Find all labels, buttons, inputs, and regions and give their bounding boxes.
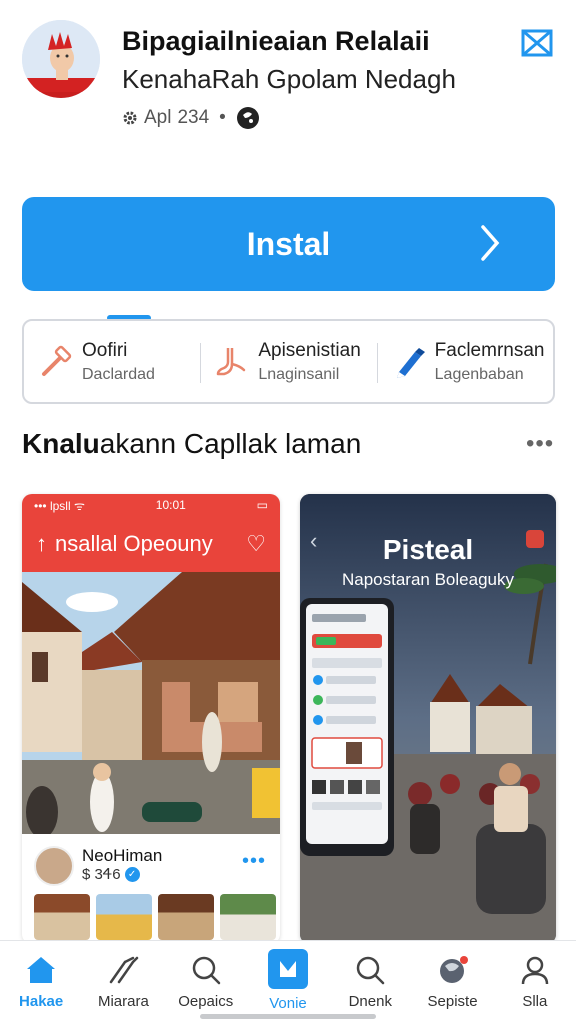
- battery-icon: ▭: [256, 498, 268, 512]
- chevron-right-icon: [481, 225, 500, 261]
- profile-name: NeoHiman: [82, 846, 163, 865]
- info-item-3-subtitle: Lagenbaban: [434, 365, 524, 383]
- thumbnail[interactable]: [220, 894, 276, 940]
- nav-item-downloads[interactable]: Vonie: [247, 941, 329, 1024]
- profile-price: $ 3Ꮞ6 ✓: [82, 866, 140, 883]
- screenshot-banner: ↑ nsallal Opeouny ♡: [22, 516, 280, 572]
- heart-icon: ♡: [246, 531, 266, 556]
- thumbnail[interactable]: [34, 894, 90, 940]
- hammer-icon: [42, 345, 72, 376]
- share-icon[interactable]: [520, 26, 554, 60]
- nav-label-explore: Sepiste: [427, 993, 478, 1010]
- person-icon: [518, 953, 552, 987]
- arrow-up-icon: ↑: [36, 531, 47, 556]
- screenshot-2-title: Pisteal: [382, 534, 474, 565]
- info-item-2[interactable]: Apisenistian Lnaginsanil: [200, 321, 376, 402]
- profile-card: NeoHiman $ 3Ꮞ6 ✓ •••: [22, 834, 280, 944]
- screenshot-2-subtitle: Napostaran Boleaguky: [341, 570, 514, 589]
- nav-item-profile[interactable]: Slla: [494, 941, 576, 1024]
- thumbnail[interactable]: [96, 894, 152, 940]
- phone-screen: [306, 604, 388, 844]
- search-icon: [353, 953, 387, 987]
- search-icon: [189, 953, 223, 987]
- nav-label-home: Hakae: [19, 993, 64, 1010]
- section-title-bold: Knalu: [22, 428, 100, 459]
- install-label: Instal: [246, 225, 331, 262]
- thumbnail-row: [34, 894, 276, 940]
- status-time: 10:01: [155, 498, 186, 512]
- status-left: ••• lpsll ᯤ: [34, 498, 85, 513]
- phone-mockup: [300, 598, 394, 856]
- nav-label-tools: Miarara: [97, 993, 149, 1010]
- avatar: [34, 846, 74, 886]
- village-photo: [22, 572, 280, 834]
- verified-icon: ✓: [124, 867, 140, 882]
- gear-icon: [123, 111, 137, 125]
- info-item-1-subtitle: Daclardad: [82, 365, 155, 383]
- screenshot-2[interactable]: ‹ Pisteal Napostaran Boleaguky: [300, 494, 556, 944]
- home-indicator: [200, 1014, 376, 1019]
- bottom-nav: Hakae Miarara Oepaics Vonie Dnenk Sepist…: [0, 940, 576, 1024]
- app-subtitle: KenahaRah Gpolam Nedagh: [122, 64, 456, 94]
- section-title: Knaluakann Capllak laman: [22, 428, 361, 460]
- price-value: $ 3Ꮞ6: [82, 866, 121, 883]
- pen-icon: [396, 347, 425, 378]
- info-item-1-title: Oofiri: [82, 339, 128, 361]
- app-icon: [22, 20, 100, 98]
- meta-separator: •: [219, 107, 226, 128]
- install-button[interactable]: Instal: [22, 197, 555, 291]
- foot-icon: [217, 347, 246, 375]
- app-meta: Apl 234 •: [122, 106, 260, 130]
- nav-label-search: Oepaics: [178, 993, 234, 1010]
- nav-item-tools[interactable]: Miarara: [82, 941, 164, 1024]
- thumbnail[interactable]: [158, 894, 214, 940]
- more-options-button[interactable]: •••: [526, 432, 554, 456]
- info-item-2-title: Apisenistian: [258, 339, 361, 361]
- nav-item-explore[interactable]: Sepiste: [411, 941, 493, 1024]
- globe-icon: [436, 953, 470, 987]
- nav-label-downloads: Vonie: [269, 995, 307, 1012]
- status-bar: ••• lpsll ᯤ 10:01 ▭: [22, 494, 280, 516]
- info-bar: Oofiri Daclardad Apisenistian Lnaginsani…: [22, 319, 555, 404]
- nav-item-home[interactable]: Hakae: [0, 941, 82, 1024]
- info-item-3[interactable]: Faclemrnsan Lagenbaban: [376, 321, 553, 402]
- meta-count: 234: [177, 107, 210, 128]
- screenshot-1[interactable]: ••• lpsll ᯤ 10:01 ▭ ↑ nsallal Opeouny ♡ …: [22, 494, 280, 944]
- info-item-1[interactable]: Oofiri Daclardad: [24, 321, 200, 402]
- meta-label: Apl: [144, 107, 172, 128]
- nav-label-search-2: Dnenk: [348, 993, 392, 1010]
- phone-screen-content: [311, 614, 383, 810]
- info-item-3-title: Faclemrnsan: [434, 339, 545, 361]
- more-icon[interactable]: •••: [242, 850, 266, 873]
- nav-item-search-2[interactable]: Dnenk: [329, 941, 411, 1024]
- globe-icon: [236, 107, 259, 129]
- nav-label-profile: Slla: [522, 993, 548, 1010]
- download-box-icon: [267, 949, 308, 989]
- nav-item-search[interactable]: Oepaics: [165, 941, 247, 1024]
- app-header: Bipagiailnieaian Relalaii KenahaRah Gpol…: [0, 0, 576, 150]
- app-title: Bipagiailnieaian Relalaii: [122, 26, 430, 56]
- info-item-2-subtitle: Lnaginsanil: [258, 365, 340, 383]
- banner-text: nsallal Opeouny: [55, 531, 213, 556]
- section-title-rest: akann Capllak laman: [99, 428, 362, 459]
- tools-icon: [106, 953, 140, 987]
- home-icon: [24, 953, 58, 987]
